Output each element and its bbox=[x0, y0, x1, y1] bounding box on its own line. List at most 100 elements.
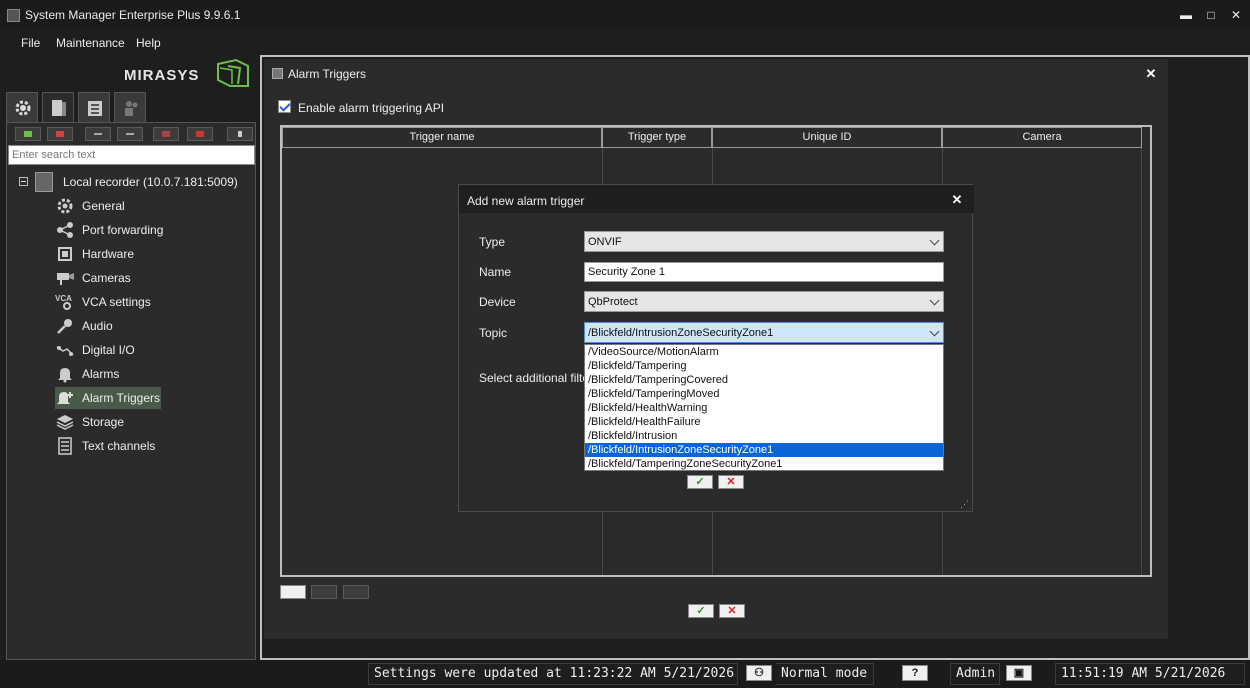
collapse-icon[interactable] bbox=[19, 177, 28, 186]
menu-file[interactable]: File bbox=[21, 36, 40, 50]
sidebar-item-label: Digital I/O bbox=[82, 343, 135, 357]
mode-icon[interactable]: ⚇ bbox=[746, 665, 772, 681]
sidebar-item-alarm-triggers[interactable]: Alarm Triggers bbox=[55, 387, 161, 409]
close-window-button[interactable]: ✕ bbox=[1228, 7, 1244, 23]
resize-grip-icon[interactable]: ⋰ bbox=[960, 499, 969, 509]
svg-text:VCA: VCA bbox=[55, 294, 72, 303]
sidebar-item-label: Hardware bbox=[82, 247, 135, 261]
add-server-button[interactable] bbox=[15, 127, 41, 141]
sidebar-item-vca-settings[interactable]: VCA VCA settings bbox=[55, 291, 175, 313]
clipboard-icon bbox=[88, 101, 102, 116]
tree-root-label: Local recorder (10.0.7.181:5009) bbox=[63, 175, 238, 189]
topic-option-selected[interactable]: /Blickfeld/IntrusionZoneSecurityZone1 bbox=[585, 443, 943, 457]
topic-option[interactable]: /VideoSource/MotionAlarm bbox=[585, 345, 943, 359]
device-select[interactable]: QbProtect bbox=[584, 291, 944, 312]
sidebar-item-audio[interactable]: Audio bbox=[55, 315, 175, 337]
topic-option[interactable]: /Blickfeld/Intrusion bbox=[585, 429, 943, 443]
remove-button[interactable] bbox=[117, 127, 143, 141]
tree-root-recorder[interactable]: Local recorder (10.0.7.181:5009) bbox=[19, 171, 254, 193]
search-input[interactable]: Enter search text bbox=[8, 145, 255, 165]
device-label: Device bbox=[479, 295, 516, 309]
sidebar-item-text-channels[interactable]: Text channels bbox=[55, 435, 175, 457]
bell-icon bbox=[58, 368, 72, 383]
add-trigger-button[interactable] bbox=[280, 585, 306, 599]
filter-label: Select additional filte bbox=[479, 371, 590, 385]
minimize-button[interactable]: ▬ bbox=[1178, 7, 1194, 23]
microphone-icon bbox=[57, 319, 72, 334]
sidebar-item-port-forwarding[interactable]: Port forwarding bbox=[55, 219, 175, 241]
sidebar-item-digital-io[interactable]: Digital I/O bbox=[55, 339, 175, 361]
mode-status: Normal mode bbox=[776, 663, 874, 685]
column-header[interactable]: Trigger type bbox=[602, 127, 712, 148]
column-header[interactable]: Camera bbox=[942, 127, 1142, 148]
server-icon bbox=[52, 100, 66, 116]
column-divider bbox=[1141, 148, 1142, 575]
maximize-button[interactable]: □ bbox=[1203, 7, 1219, 23]
tab-settings[interactable] bbox=[6, 92, 38, 122]
lock-icon[interactable]: ▣ bbox=[1006, 665, 1032, 681]
name-label: Name bbox=[479, 265, 512, 279]
sidebar-panel: Enter search text Local recorder (10.0.7… bbox=[6, 122, 256, 660]
remove-server-button[interactable] bbox=[47, 127, 73, 141]
sidebar-item-general[interactable]: General bbox=[55, 195, 175, 217]
sidebar-item-label: Audio bbox=[82, 319, 113, 333]
column-header[interactable]: Unique ID bbox=[712, 127, 942, 148]
chevron-down-icon bbox=[929, 295, 940, 306]
name-field[interactable]: Security Zone 1 bbox=[584, 262, 944, 282]
topic-option[interactable]: /Blickfeld/HealthWarning bbox=[585, 401, 943, 415]
menu-maintenance[interactable]: Maintenance bbox=[56, 36, 125, 50]
topic-option[interactable]: /Blickfeld/TamperingZoneSecurityZone1 bbox=[585, 457, 943, 471]
add-button[interactable] bbox=[85, 127, 111, 141]
sidebar-item-cameras[interactable]: Cameras bbox=[55, 267, 175, 289]
column-header[interactable]: Trigger name bbox=[282, 127, 602, 148]
topic-dropdown-list: /VideoSource/MotionAlarm /Blickfeld/Tamp… bbox=[584, 344, 944, 471]
app-title: System Manager Enterprise Plus 9.9.6.1 bbox=[25, 8, 241, 22]
panel-header: Alarm Triggers ✕ bbox=[264, 59, 1168, 87]
ok-button[interactable]: ✓ bbox=[688, 604, 714, 618]
sidebar-item-label: Cameras bbox=[82, 271, 131, 285]
dialog-ok-button[interactable]: ✓ bbox=[687, 475, 713, 489]
dialog-cancel-button[interactable]: ✕ bbox=[718, 475, 744, 489]
status-message: Settings were updated at 11:23:22 AM 5/2… bbox=[368, 663, 738, 685]
topic-select[interactable]: /Blickfeld/IntrusionZoneSecurityZone1 bbox=[584, 322, 944, 343]
menu-bar: File Maintenance Help bbox=[0, 32, 260, 52]
sidebar-item-storage[interactable]: Storage bbox=[55, 411, 175, 433]
cancel-button[interactable]: ✕ bbox=[719, 604, 745, 618]
topic-option[interactable]: /Blickfeld/TamperingCovered bbox=[585, 373, 943, 387]
mirasys-logo: MIRASYS bbox=[124, 58, 254, 90]
topic-option[interactable]: /Blickfeld/TamperingMoved bbox=[585, 387, 943, 401]
close-panel-icon[interactable]: ✕ bbox=[1144, 67, 1158, 81]
tab-clipboard[interactable] bbox=[78, 92, 110, 122]
enable-api-checkbox[interactable] bbox=[278, 100, 291, 113]
sidebar-item-label: Storage bbox=[82, 415, 125, 429]
layers-icon bbox=[56, 415, 74, 430]
dialog-header: Add new alarm trigger ✕ bbox=[459, 185, 974, 213]
delete-button[interactable] bbox=[187, 127, 213, 141]
gear-icon bbox=[57, 198, 73, 214]
sidebar-item-label: Alarm Triggers bbox=[82, 391, 161, 405]
help-button[interactable]: ? bbox=[902, 665, 928, 681]
vca-icon: VCA bbox=[55, 294, 72, 310]
connect-button[interactable] bbox=[227, 127, 253, 141]
topic-option[interactable]: /Blickfeld/Tampering bbox=[585, 359, 943, 373]
logo-text: MIRASYS bbox=[124, 67, 200, 84]
chip-icon bbox=[58, 247, 72, 261]
close-dialog-icon[interactable]: ✕ bbox=[950, 193, 964, 207]
type-select[interactable]: ONVIF bbox=[584, 231, 944, 252]
topic-label: Topic bbox=[479, 326, 508, 340]
type-value: ONVIF bbox=[588, 236, 622, 248]
sidebar-item-label: Text channels bbox=[82, 439, 156, 453]
move-button[interactable] bbox=[153, 127, 179, 141]
menu-help[interactable]: Help bbox=[136, 36, 161, 50]
tab-servers[interactable] bbox=[42, 92, 74, 122]
tab-users[interactable] bbox=[114, 92, 146, 122]
chevron-down-icon bbox=[929, 235, 940, 246]
sidebar-item-hardware[interactable]: Hardware bbox=[55, 243, 175, 265]
topic-option[interactable]: /Blickfeld/HealthFailure bbox=[585, 415, 943, 429]
add-alarm-trigger-dialog: Add new alarm trigger ✕ Type ONVIF Name … bbox=[458, 184, 974, 512]
panel-icon bbox=[272, 68, 283, 79]
edit-trigger-button[interactable] bbox=[311, 585, 337, 599]
sidebar-item-alarms[interactable]: Alarms bbox=[55, 363, 175, 385]
type-label: Type bbox=[479, 235, 506, 249]
remove-trigger-button[interactable] bbox=[343, 585, 369, 599]
